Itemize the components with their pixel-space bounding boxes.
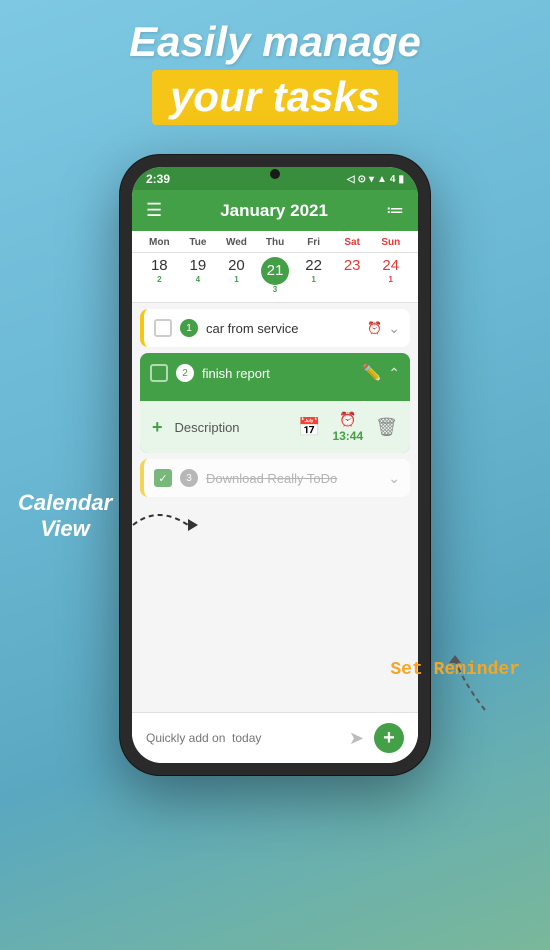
date-20[interactable]: 20 1 — [217, 257, 256, 294]
battery-icon: ▮ — [398, 174, 404, 185]
bottom-bar: ➤ + — [132, 712, 418, 763]
day-sun: Sun — [371, 237, 410, 248]
app-header: ☰ January 2021 ≔ — [132, 190, 418, 231]
date-num-19: 19 — [179, 257, 218, 275]
wifi-icon: ▾ — [369, 174, 374, 185]
date-num-20: 20 — [217, 257, 256, 275]
date-badge-20: 1 — [217, 275, 256, 284]
task-item-1[interactable]: 1 car from service ⏰ ⌄ — [140, 309, 410, 347]
task-2-chevron-icon[interactable]: ⌃ — [388, 365, 400, 382]
task-item-2[interactable]: 2 finish report ✏️ ⌃ + Description 📅 ⏰ — [140, 353, 410, 453]
status-icons: ◁ ⊙ ▾ ▲ 4 ▮ — [347, 174, 404, 185]
task-2-icons: ✏️ ⌃ — [362, 363, 400, 383]
date-badge-24: 1 — [371, 275, 410, 284]
add-detail-icon[interactable]: + — [152, 417, 163, 438]
add-task-button[interactable]: + — [374, 723, 404, 753]
task-1-checkbox[interactable] — [154, 319, 172, 337]
send-icon[interactable]: ➤ — [349, 728, 364, 749]
date-18[interactable]: 18 2 — [140, 257, 179, 294]
reminder-arrow — [435, 655, 495, 715]
phone-mockup: 2:39 ◁ ⊙ ▾ ▲ 4 ▮ ☰ January 2021 ≔ Mon — [120, 155, 430, 775]
task-1-chevron-icon[interactable]: ⌄ — [388, 320, 400, 337]
signal-strength: 4 — [390, 174, 396, 185]
date-num-18: 18 — [140, 257, 179, 275]
calendar-view-label: CalendarView — [18, 490, 112, 543]
task-3-text: Download Really ToDo — [206, 471, 380, 486]
day-headers: Mon Tue Wed Thu Fri Sat Sun — [132, 231, 418, 253]
task-1-text: car from service — [206, 321, 359, 336]
date-24[interactable]: 24 1 — [371, 257, 410, 294]
phone-outer: 2:39 ◁ ⊙ ▾ ▲ 4 ▮ ☰ January 2021 ≔ Mon — [120, 155, 430, 775]
task-2-number: 2 — [176, 364, 194, 382]
task-2-details: + Description 📅 ⏰ 13:44 🗑 — [140, 401, 410, 453]
task-2-delete-icon[interactable]: 🗑 — [375, 417, 398, 438]
task-2-reminder[interactable]: ⏰ 13:44 — [332, 411, 363, 443]
hero-title-2: your tasks — [152, 70, 398, 124]
date-num-24: 24 — [371, 257, 410, 275]
date-row: 18 2 19 4 20 1 21 3 22 1 — [132, 253, 418, 303]
date-num-21: 21 — [261, 257, 289, 285]
task-2-edit-icon[interactable]: ✏️ — [362, 363, 382, 383]
date-badge-21: 3 — [256, 285, 295, 294]
task-2-text: finish report — [202, 366, 354, 381]
day-mon: Mon — [140, 237, 179, 248]
task-item-3[interactable]: ✓ 3 Download Really ToDo ⌄ — [140, 459, 410, 497]
notification-icon: ◁ — [347, 174, 355, 185]
task-2-reminder-icon: ⏰ — [339, 411, 356, 428]
date-19[interactable]: 19 4 — [179, 257, 218, 294]
date-23[interactable]: 23 — [333, 257, 372, 294]
circle-icon: ⊙ — [358, 174, 366, 185]
task-2-description: Description — [175, 420, 287, 435]
status-time: 2:39 — [146, 172, 170, 186]
date-badge-22: 1 — [294, 275, 333, 284]
task-3-number: 3 — [180, 469, 198, 487]
task-2-checkbox[interactable] — [150, 364, 168, 382]
date-badge-19: 4 — [179, 275, 218, 284]
menu-icon[interactable]: ☰ — [146, 200, 162, 221]
task-1-icons: ⏰ ⌄ — [367, 320, 400, 337]
date-badge-18: 2 — [140, 275, 179, 284]
quick-add-input[interactable] — [146, 731, 339, 745]
task-3-icons: ⌄ — [388, 470, 400, 487]
task-1-alarm-icon: ⏰ — [367, 321, 382, 335]
date-21-today[interactable]: 21 3 — [256, 257, 295, 294]
camera-notch — [270, 169, 280, 179]
day-wed: Wed — [217, 237, 256, 248]
signal-icon: ▲ — [377, 174, 387, 185]
calendar-view-arrow — [128, 495, 198, 555]
day-fri: Fri — [294, 237, 333, 248]
hero-title-1: Easily manage — [0, 18, 550, 66]
month-title: January 2021 — [220, 201, 328, 221]
task-2-header: 2 finish report ✏️ ⌃ — [140, 353, 410, 393]
day-sat: Sat — [333, 237, 372, 248]
task-3-chevron-icon[interactable]: ⌄ — [388, 470, 400, 487]
date-num-22: 22 — [294, 257, 333, 275]
date-22[interactable]: 22 1 — [294, 257, 333, 294]
task-1-number: 1 — [180, 319, 198, 337]
day-thu: Thu — [256, 237, 295, 248]
list-view-icon[interactable]: ≔ — [386, 200, 404, 221]
hero-text-area: Easily manage your tasks — [0, 0, 550, 125]
date-num-23: 23 — [333, 257, 372, 275]
task-2-calendar-icon[interactable]: 📅 — [298, 417, 320, 438]
task-2-reminder-time: 13:44 — [332, 429, 363, 443]
task-3-checkbox[interactable]: ✓ — [154, 469, 172, 487]
phone-screen: 2:39 ◁ ⊙ ▾ ▲ 4 ▮ ☰ January 2021 ≔ Mon — [132, 167, 418, 763]
day-tue: Tue — [179, 237, 218, 248]
